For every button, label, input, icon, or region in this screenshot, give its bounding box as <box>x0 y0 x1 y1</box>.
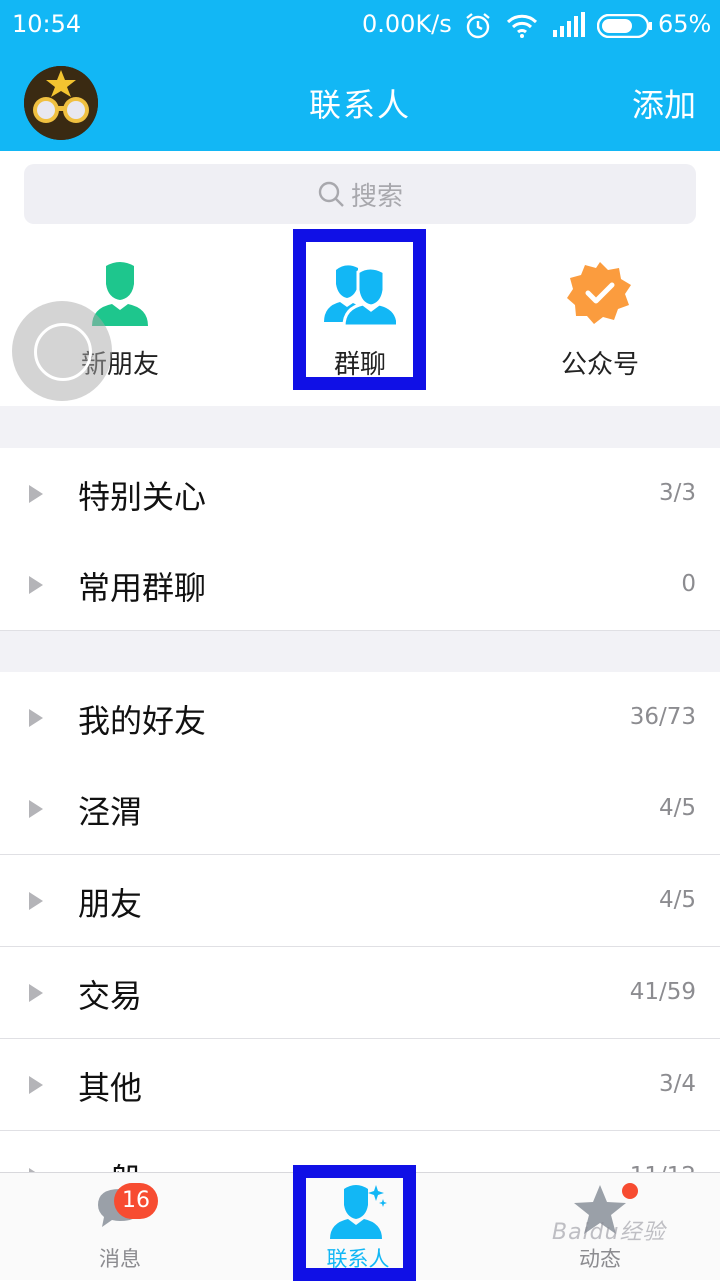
expand-arrow-icon <box>29 984 43 1002</box>
group-row-jingwei[interactable]: 泾渭 4/5 <box>0 763 720 855</box>
section-divider <box>0 630 720 672</box>
group-name: 交易 <box>78 977 143 1015</box>
new-activity-dot <box>622 1183 638 1199</box>
baidu-watermark: Baidu经验 <box>552 1220 666 1245</box>
highlight-box-contacts-tab <box>293 1165 416 1281</box>
highlight-box-group-chat <box>293 229 426 390</box>
signal-icon <box>552 12 586 42</box>
tab-messages[interactable]: 16 消息 <box>50 1173 190 1281</box>
alarm-icon <box>464 12 492 44</box>
wifi-icon <box>506 14 538 42</box>
status-time: 10:54 <box>12 10 82 38</box>
add-button[interactable]: 添加 <box>632 80 696 126</box>
group-count: 4/5 <box>658 795 696 821</box>
search-placeholder: 搜索 <box>350 181 403 212</box>
group-row-my-friends[interactable]: 我的好友 36/73 <box>0 672 720 764</box>
expand-arrow-icon <box>29 892 43 910</box>
app-header: 联系人 添加 <box>0 54 720 151</box>
group-count: 0 <box>681 571 696 597</box>
battery-percent: 65% <box>658 10 712 38</box>
group-name: 特别关心 <box>78 478 207 516</box>
tab-label: 消息 <box>99 1247 141 1271</box>
official-accounts-label: 公众号 <box>560 350 639 380</box>
group-count: 41/59 <box>629 979 696 1005</box>
expand-arrow-icon <box>29 576 43 594</box>
battery-icon <box>596 13 653 42</box>
expand-arrow-icon <box>29 800 43 818</box>
status-net-speed: 0.00K/s <box>362 10 452 38</box>
group-name: 我的好友 <box>78 702 207 740</box>
search-bar[interactable]: 搜索 <box>24 164 696 224</box>
group-count: 4/5 <box>658 887 696 913</box>
group-row-friends[interactable]: 朋友 4/5 <box>0 855 720 947</box>
group-name: 泾渭 <box>78 793 143 831</box>
expand-arrow-icon <box>29 709 43 727</box>
group-count: 3/4 <box>658 1071 696 1097</box>
page-title: 联系人 <box>308 86 411 124</box>
group-row-trade[interactable]: 交易 41/59 <box>0 947 720 1039</box>
section-divider <box>0 406 720 448</box>
expand-arrow-icon <box>29 485 43 503</box>
group-name: 其他 <box>78 1069 143 1107</box>
status-bar: 10:54 0.00K/s 65% <box>0 0 720 54</box>
group-row-frequent-groups[interactable]: 常用群聊 0 <box>0 539 720 631</box>
group-name: 常用群聊 <box>78 569 207 607</box>
group-count: 36/73 <box>629 704 696 730</box>
tab-label: 动态 <box>579 1247 621 1271</box>
assistive-ring-icon <box>34 323 92 381</box>
group-row-other[interactable]: 其他 3/4 <box>0 1039 720 1131</box>
unread-badge: 16 <box>114 1183 158 1219</box>
search-icon <box>318 181 344 207</box>
group-name: 朋友 <box>78 885 143 923</box>
official-accounts-button[interactable]: 公众号 <box>520 230 680 390</box>
floating-assistive-button[interactable] <box>12 301 112 401</box>
expand-arrow-icon <box>29 1076 43 1094</box>
group-count: 3/3 <box>658 480 696 506</box>
group-row-special-care[interactable]: 特别关心 3/3 <box>0 448 720 540</box>
official-account-icon <box>567 260 633 330</box>
